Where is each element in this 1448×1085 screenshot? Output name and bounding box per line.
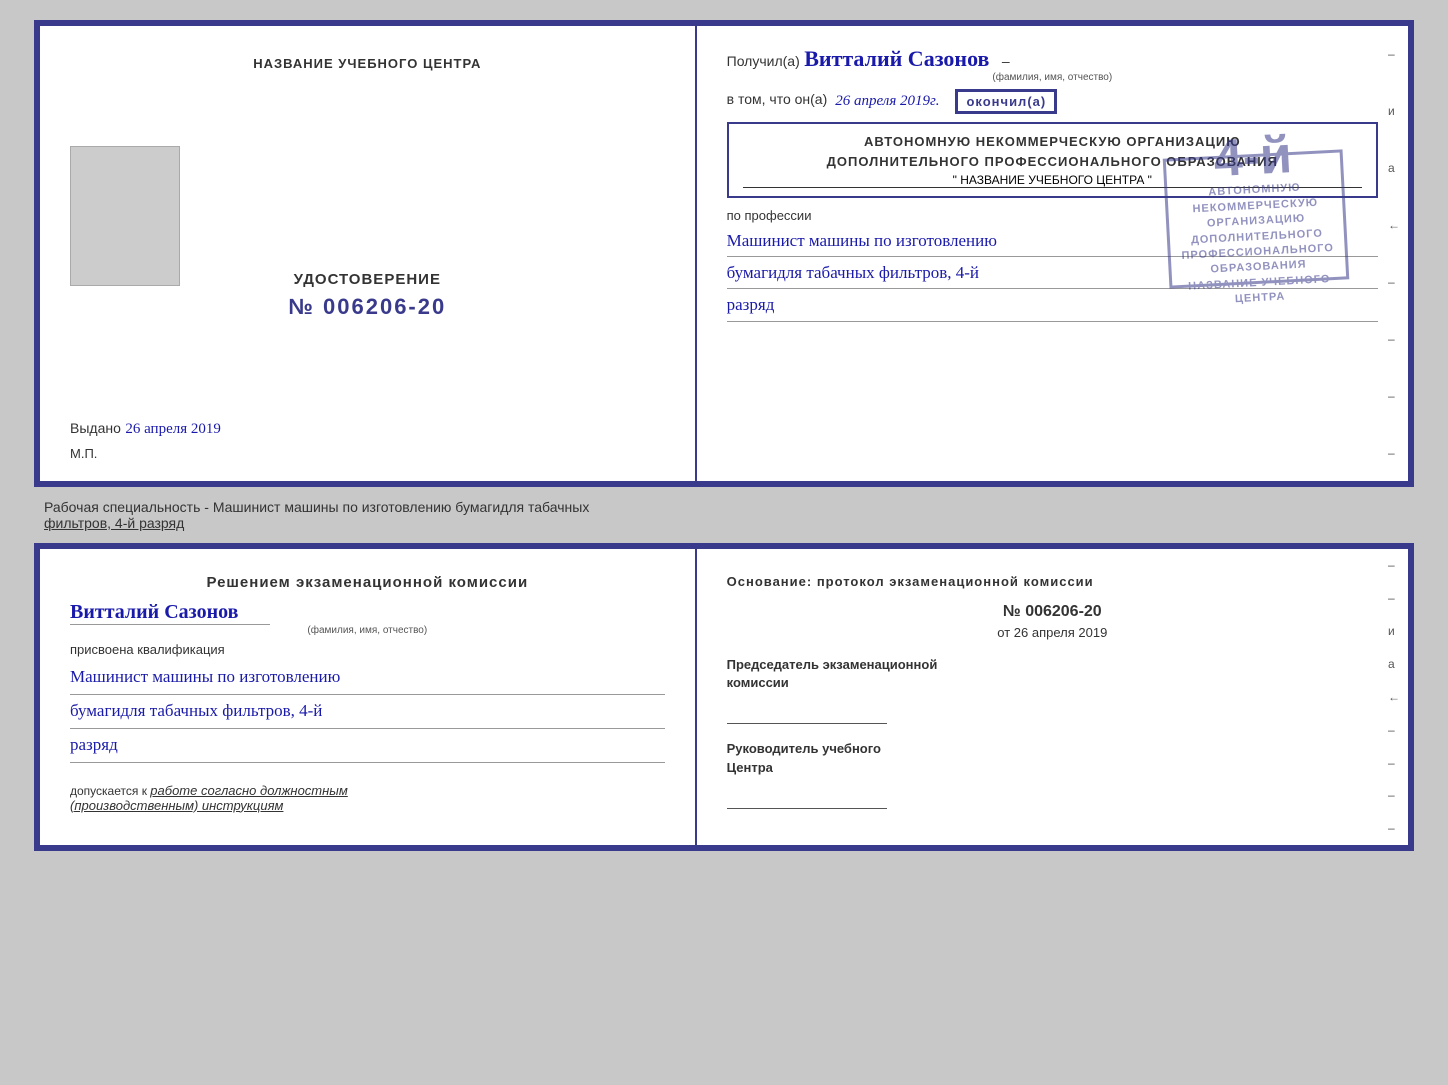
dopuskaetsya-prefix: допускается к bbox=[70, 784, 147, 798]
rukovoditel-title: Руководитель учебного Центра bbox=[727, 740, 1378, 776]
received-prefix: Получил(а) bbox=[727, 53, 800, 69]
qualification-line2: бумагидля табачных фильтров, 4-й bbox=[70, 697, 665, 729]
bottom-label: Рабочая специальность - Машинист машины … bbox=[34, 495, 1414, 535]
stamp-overlay: 4-й АВТОНОМНУЮ НЕКОММЕРЧЕСКУЮ ОРГАНИЗАЦИ… bbox=[1163, 149, 1350, 288]
prisvoena-label: присвоена квалификация bbox=[70, 642, 665, 657]
cert-number: № 006206-20 bbox=[288, 294, 446, 320]
bottom-person-name: Витталий Сазонов bbox=[70, 601, 270, 625]
bottom-label-underlined: фильтров, 4-й разряд bbox=[44, 515, 184, 531]
bottom-certificate: Решением экзаменационной комиссии Виттал… bbox=[34, 543, 1414, 851]
received-name: Витталий Сазонов bbox=[804, 46, 989, 71]
top-cert-left: НАЗВАНИЕ УЧЕБНОГО ЦЕНТРА УДОСТОВЕРЕНИЕ №… bbox=[40, 26, 697, 481]
vtom-date: 26 апреля 2019г. bbox=[835, 93, 939, 110]
side-marks: – и а ← – – – – bbox=[1388, 26, 1400, 481]
received-dash: – bbox=[1002, 53, 1010, 69]
school-name-label: НАЗВАНИЕ УЧЕБНОГО ЦЕНТРА bbox=[253, 56, 481, 71]
reshenie-title: Решением экзаменационной комиссии bbox=[70, 574, 665, 591]
osnovanie-title: Основание: протокол экзаменационной коми… bbox=[727, 574, 1378, 589]
fio-subtitle: (фамилия, имя, отчество) bbox=[70, 625, 665, 636]
issued-date: 26 апреля 2019 bbox=[125, 421, 221, 437]
issued-label: Выдано bbox=[70, 420, 121, 436]
stamp-number: 4-й bbox=[1212, 130, 1293, 186]
vtom-prefix: в том, что он(а) bbox=[727, 91, 828, 107]
proto-date: от 26 апреля 2019 bbox=[727, 625, 1378, 640]
qualification-line3: разряд bbox=[70, 731, 665, 763]
bottom-label-prefix: Рабочая специальность - Машинист машины … bbox=[44, 499, 589, 515]
bottom-cert-right: Основание: протокол экзаменационной коми… bbox=[697, 549, 1408, 845]
photo-placeholder bbox=[70, 146, 180, 286]
top-certificate: НАЗВАНИЕ УЧЕБНОГО ЦЕНТРА УДОСТОВЕРЕНИЕ №… bbox=[34, 20, 1414, 487]
document-container: НАЗВАНИЕ УЧЕБНОГО ЦЕНТРА УДОСТОВЕРЕНИЕ №… bbox=[20, 20, 1428, 851]
dopuskaetsya-line: допускается к работе согласно должностны… bbox=[70, 783, 665, 813]
okoncil-badge: окончил(а) bbox=[955, 89, 1057, 114]
right-side-marks: – – и а ← – – – – bbox=[1388, 549, 1400, 845]
proto-date-prefix: от bbox=[997, 625, 1010, 640]
udostoverenie-title: УДОСТОВЕРЕНИЕ bbox=[288, 271, 446, 288]
org-block: 4-й АВТОНОМНУЮ НЕКОММЕРЧЕСКУЮ ОРГАНИЗАЦИ… bbox=[727, 122, 1378, 198]
proto-number: № 006206-20 bbox=[727, 603, 1378, 621]
rukovoditel-signature-line bbox=[727, 785, 887, 809]
mp-label: М.П. bbox=[70, 446, 97, 461]
predsedatel-signature-line bbox=[727, 700, 887, 724]
proto-date-value: 26 апреля 2019 bbox=[1014, 625, 1108, 640]
bottom-cert-left: Решением экзаменационной комиссии Виттал… bbox=[40, 549, 697, 845]
top-cert-right: Получил(а) Витталий Сазонов – (фамилия, … bbox=[697, 26, 1408, 481]
received-subtitle: (фамилия, имя, отчество) bbox=[727, 72, 1378, 83]
predsedatel-title: Председатель экзаменационной комиссии bbox=[727, 656, 1378, 692]
qualification-line1: Машинист машины по изготовлению bbox=[70, 663, 665, 695]
